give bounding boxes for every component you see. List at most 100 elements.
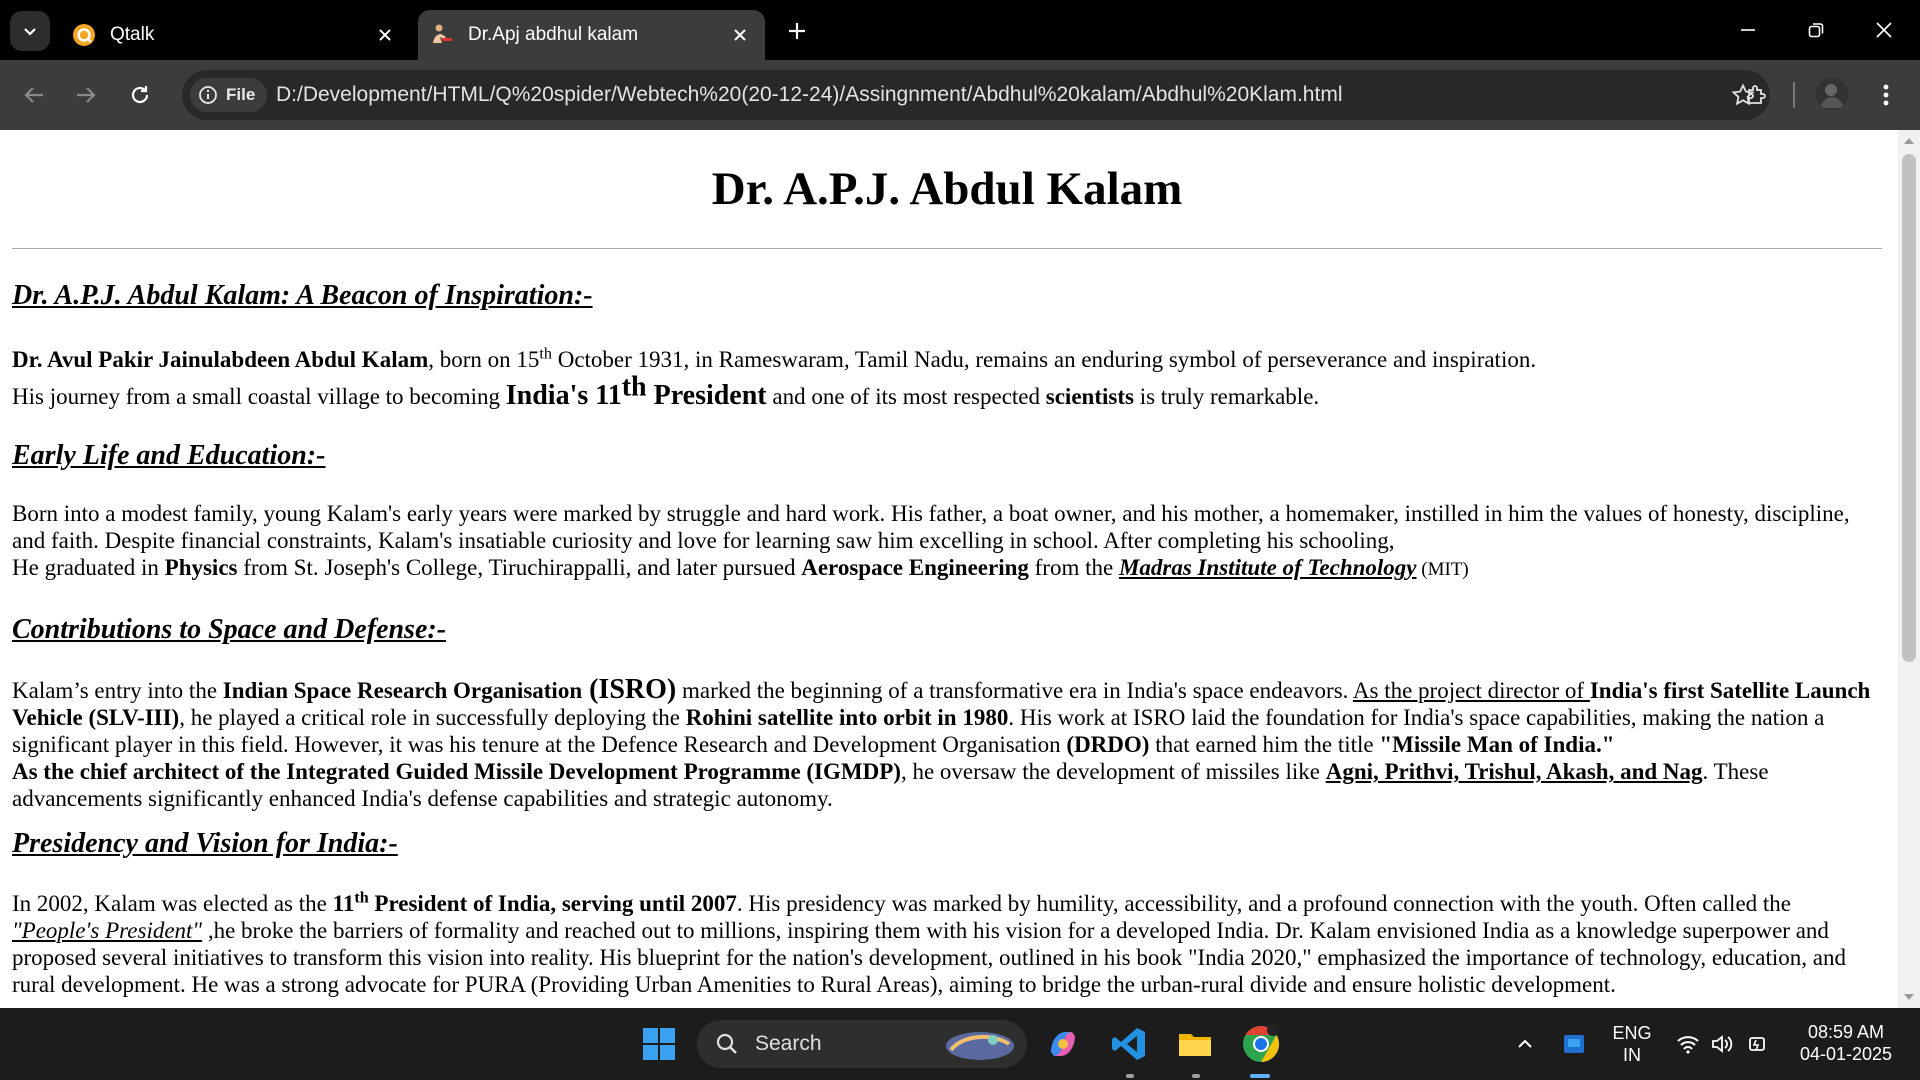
text-run: He graduated in	[12, 555, 165, 580]
minimize-button[interactable]	[1720, 10, 1776, 50]
text-run: is truly remarkable.	[1133, 384, 1320, 409]
show-hidden-icons-button[interactable]	[1502, 1021, 1548, 1067]
tab-qtalk[interactable]: Qtalk	[60, 10, 410, 60]
tab-kalam[interactable]: Dr.Apj abdhul kalam	[418, 10, 765, 60]
volume-icon[interactable]	[1702, 1021, 1742, 1067]
section-heading-beacon: Dr. A.P.J. Abdul Kalam: A Beacon of Insp…	[12, 280, 593, 311]
battery-icon[interactable]	[1738, 1021, 1778, 1067]
page-viewport: Dr. A.P.J. Abdul Kalam Dr. A.P.J. Abdul …	[0, 130, 1898, 1008]
section-heading-space-defense: Contributions to Space and Defense:-	[12, 614, 447, 645]
scroll-down-arrow-icon[interactable]	[1898, 990, 1920, 1004]
site-info-label: File	[226, 85, 256, 104]
rohini-emphasis: Rohini satellite into orbit in 1980	[685, 705, 1009, 730]
vscode-app-icon[interactable]	[1106, 1021, 1152, 1067]
mit-abbreviation: (MIT)	[1416, 559, 1469, 580]
clock-date: 04-01-2025	[1799, 1044, 1893, 1064]
taskbar: Search ENG IN 08:59 AM 04-01-2025	[0, 1008, 1920, 1080]
text-run: In 2002, Kalam was elected as the	[12, 891, 333, 916]
text-run: and one of its most respected	[766, 384, 1046, 409]
physics-emphasis: Physics	[164, 555, 238, 580]
restore-button[interactable]	[1788, 10, 1844, 50]
reload-icon	[131, 86, 149, 104]
tab-title: Qtalk	[110, 24, 155, 45]
scroll-up-arrow-icon[interactable]	[1898, 134, 1920, 148]
start-button[interactable]	[636, 1021, 682, 1067]
windows-logo-icon	[643, 1028, 675, 1060]
president-emphasis: India's 11	[505, 380, 622, 411]
clock[interactable]: 08:59 AM 04-01-2025	[1786, 1021, 1906, 1065]
url-text[interactable]: D:/Development/HTML/Q%20spider/Webtech%2…	[276, 70, 1342, 120]
close-tab-icon[interactable]	[727, 22, 753, 48]
igmdp-emphasis: As the chief architect of the Integrated…	[12, 759, 901, 784]
forward-button[interactable]	[66, 75, 106, 115]
superscript: th	[621, 371, 647, 403]
profile-avatar[interactable]	[1816, 78, 1848, 110]
intro-line-2: His journey from a small coastal village…	[12, 373, 1882, 411]
toolbar-separator	[1793, 82, 1795, 108]
browser-menu-button[interactable]	[1870, 75, 1902, 115]
early-life-paragraph: Born into a modest family, young Kalam's…	[12, 501, 1850, 553]
plus-icon	[789, 23, 805, 39]
text-run: ,he broke the barriers of formality and …	[12, 918, 1846, 997]
clock-time: 08:59 AM	[1807, 1022, 1885, 1042]
info-icon	[199, 86, 217, 104]
project-director-underlined: As the project director of	[1352, 678, 1590, 703]
file-explorer-app-icon[interactable]	[1172, 1021, 1218, 1067]
section-heading-early-life: Early Life and Education:-	[12, 440, 326, 471]
text-run: . His presidency was marked by humility,…	[736, 891, 1792, 916]
drdo-emphasis: (DRDO)	[1066, 732, 1150, 757]
superscript: th	[539, 345, 552, 363]
peoples-president-link[interactable]: "People's President"	[12, 918, 202, 943]
search-icon	[716, 1033, 737, 1054]
mit-link[interactable]: Madras Institute of Technology	[1119, 555, 1417, 580]
restore-icon	[1808, 23, 1824, 38]
chevron-down-icon	[24, 28, 36, 36]
text-run: , he oversaw the development of missiles…	[900, 759, 1326, 784]
close-window-button[interactable]	[1856, 10, 1912, 50]
superscript: th	[354, 889, 369, 907]
chrome-app-icon[interactable]	[1238, 1021, 1284, 1067]
qtalk-favicon-icon	[72, 23, 96, 47]
browser-toolbar: File D:/Development/HTML/Q%20spider/Webt…	[0, 60, 1920, 130]
search-highlight-icon	[946, 1032, 1014, 1060]
more-vertical-icon	[1883, 84, 1889, 106]
scrollbar-thumb[interactable]	[1902, 154, 1916, 662]
copilot-app-icon[interactable]	[1040, 1021, 1086, 1067]
new-tab-button[interactable]	[780, 14, 814, 48]
space-defense-paragraph: Kalam’s entry into the Indian Space Rese…	[12, 676, 1882, 812]
page-title: Dr. A.P.J. Abdul Kalam	[711, 163, 1183, 215]
puzzle-icon	[1748, 85, 1766, 104]
missile-man-emphasis: "Missile Man of India."	[1379, 732, 1615, 757]
language-code: ENG	[1612, 1023, 1652, 1043]
reload-button[interactable]	[120, 75, 160, 115]
vertical-scrollbar[interactable]	[1898, 130, 1920, 1008]
text-run: , he played a critical role in successfu…	[179, 705, 686, 730]
explorer-running-indicator	[1192, 1074, 1200, 1078]
text-run: from St. Joseph's College, Tiruchirappal…	[237, 555, 802, 580]
chevron-up-icon	[1518, 1039, 1532, 1048]
search-label: Search	[755, 1032, 822, 1055]
chrome-active-indicator	[1250, 1074, 1270, 1078]
close-tab-icon[interactable]	[372, 22, 398, 48]
site-info-chip[interactable]: File	[190, 78, 268, 112]
tray-app-icon[interactable]	[1552, 1021, 1598, 1067]
tab-search-button[interactable]	[10, 11, 50, 51]
text-run: marked the beginning of a transformative…	[676, 678, 1353, 703]
extensions-button[interactable]	[1737, 75, 1777, 115]
taskbar-search[interactable]: Search	[697, 1020, 1027, 1068]
text-run: from the	[1028, 555, 1119, 580]
scientists-emphasis: scientists	[1045, 384, 1134, 409]
president-emphasis: President	[646, 380, 767, 411]
arrow-right-icon	[77, 87, 96, 103]
back-button[interactable]	[14, 75, 54, 115]
language-indicator[interactable]: ENG IN	[1602, 1022, 1662, 1066]
isro-name: Indian Space Research Organisation	[222, 678, 583, 703]
isro-abbreviation: (ISRO)	[582, 674, 677, 705]
education-line: He graduated in Physics from St. Joseph'…	[12, 554, 1882, 583]
intro-line-1: Dr. Avul Pakir Jainulabdeen Abdul Kalam,…	[12, 346, 1882, 373]
title-divider	[12, 248, 1882, 249]
address-bar[interactable]: File D:/Development/HTML/Q%20spider/Webt…	[182, 70, 1770, 120]
presidency-paragraph: In 2002, Kalam was elected as the 11th P…	[12, 890, 1882, 998]
president-emphasis: 11	[332, 891, 355, 916]
arrow-left-icon	[24, 87, 43, 103]
